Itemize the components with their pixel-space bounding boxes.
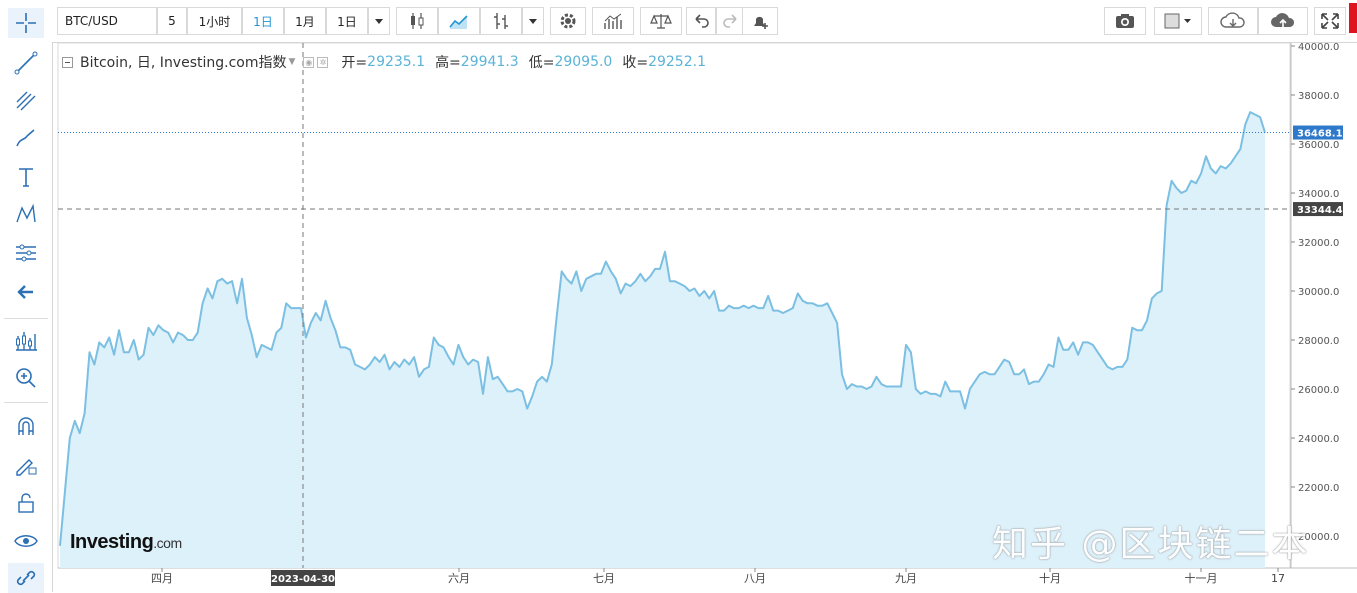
series-visibility-icon[interactable]: ◉ [303,56,315,68]
low-value: 29095.0 [554,54,613,70]
y-tick-label: 26000.0 [1298,385,1339,396]
legend-collapse-button[interactable] [62,56,73,68]
x-tick-label: 17 [1271,572,1285,585]
x-tick-label: 四月 [151,572,173,585]
x-tick-label: 九月 [895,572,917,585]
y-tick-label: 40000.0 [1298,42,1339,53]
y-tick-label: 36000.0 [1298,140,1339,151]
series-menu-caret[interactable]: ▼ [289,57,296,67]
series-legend: Bitcoin, 日, Investing.com指数 ▼ ◉ ✲ 开= 2923… [62,52,706,72]
x-tick-label: 七月 [593,572,615,585]
low-label: 低= [528,55,555,71]
high-label: 高= [435,55,461,71]
chart-window: BTC/USD 5 1小时 1日 1月 1日 20000.0 22000.0 2… [0,0,1357,593]
y-tick-label: 38000.0 [1298,91,1339,102]
y-tick-label: 30000.0 [1298,287,1339,298]
y-tick-label: 34000.0 [1298,189,1339,200]
open-label: 开= [341,55,368,71]
open-value: 29235.1 [367,54,426,70]
watermark-text: 知乎 @区块链二本 [992,524,1310,565]
series-name: Bitcoin, 日, Investing.com指数 [80,55,287,71]
x-tick-label: 十月 [1039,571,1061,585]
x-tick-label: 八月 [744,572,766,585]
high-value: 29941.3 [460,54,519,70]
price-chart[interactable]: 20000.022000.024000.026000.028000.030000… [0,0,1357,592]
crosshair-price-label: 33344.4 [1297,205,1343,216]
y-tick-label: 24000.0 [1298,434,1339,445]
close-label: 收= [622,55,649,71]
y-tick-label: 32000.0 [1298,238,1339,249]
x-tick-label: 十一月 [1185,571,1218,585]
x-tick-label: 六月 [448,572,470,585]
close-value: 29252.1 [648,54,706,70]
crosshair-date-label: 2023-04-30 [271,574,335,585]
last-price-label: 36468.1 [1297,129,1343,140]
series-settings-icon[interactable]: ✲ [317,56,329,68]
y-tick-label: 28000.0 [1298,336,1339,347]
y-tick-label: 22000.0 [1298,483,1339,494]
investing-logo: Investing.com [70,531,182,553]
